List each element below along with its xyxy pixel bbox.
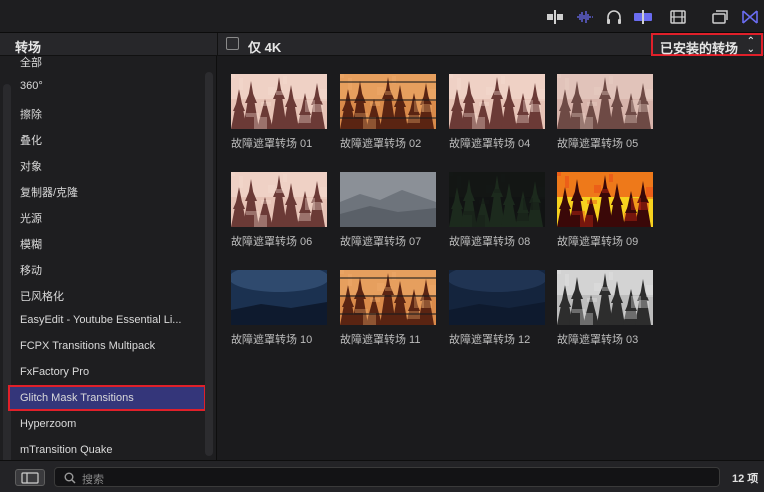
top-toolbar	[0, 0, 764, 33]
transitions-grid: 故障遮罩转场 01 故障遮罩转场 02 故障遮罩转场 04 故障遮罩转场 05 故障遮罩…	[218, 56, 764, 460]
bottom-bar: 搜索 12 项	[0, 460, 764, 492]
sidebar-title: 转场	[15, 40, 42, 55]
transition-tile[interactable]: 故障遮罩转场 12	[449, 270, 546, 368]
transition-thumbnail[interactable]	[557, 74, 653, 129]
sidebar-scrollbar[interactable]	[205, 72, 213, 456]
chevron-updown-icon: ⌃ ⌄	[746, 36, 755, 55]
transition-label: 故障遮罩转场 05	[557, 138, 639, 150]
sidebar-item[interactable]: 已风格化	[8, 281, 206, 307]
only-4k-checkbox[interactable]	[226, 37, 239, 50]
transition-label: 故障遮罩转场 10	[231, 334, 313, 346]
transition-thumbnail[interactable]	[340, 270, 436, 325]
transition-tile[interactable]: 故障遮罩转场 11	[340, 270, 437, 368]
transition-label: 故障遮罩转场 12	[449, 334, 531, 346]
transition-label: 故障遮罩转场 01	[231, 138, 313, 150]
transition-label: 故障遮罩转场 09	[557, 236, 639, 248]
transition-thumbnail[interactable]	[557, 172, 653, 227]
sidebar-item[interactable]: 全部	[8, 56, 206, 73]
installed-transitions-dropdown[interactable]: 已安装的转场 ⌃ ⌄	[651, 33, 763, 56]
transition-thumbnail[interactable]	[231, 172, 327, 227]
transition-tile[interactable]: 故障遮罩转场 04	[449, 74, 546, 172]
browser-header: 转场 仅 4K 已安装的转场 ⌃ ⌄	[0, 33, 764, 56]
transition-tile[interactable]: 故障遮罩转场 06	[231, 172, 328, 270]
sidebar-item[interactable]: FxFactory Pro	[8, 359, 206, 385]
header-divider	[217, 33, 218, 56]
sidebar-item[interactable]: Glitch Mask Transitions	[8, 385, 206, 411]
search-placeholder: 搜索	[82, 474, 104, 486]
sidebar-item[interactable]: Hyperzoom	[8, 411, 206, 437]
only-4k-label[interactable]: 仅 4K	[248, 37, 281, 56]
sidebar-item[interactable]: 复制器/克隆	[8, 177, 206, 203]
transition-tile[interactable]: 故障遮罩转场 01	[231, 74, 328, 172]
sidebar-item[interactable]: 模糊	[8, 229, 206, 255]
sidebar-item[interactable]: FCPX Transitions Multipack	[8, 333, 206, 359]
search-icon	[64, 471, 76, 489]
transition-thumbnail[interactable]	[449, 172, 545, 227]
transition-thumbnail[interactable]	[231, 74, 327, 129]
transition-label: 故障遮罩转场 08	[449, 236, 531, 248]
item-count: 12 项	[732, 473, 759, 485]
transition-label: 故障遮罩转场 04	[449, 138, 531, 150]
toggle-sidebar-button[interactable]	[15, 469, 45, 486]
audio-waveform-icon[interactable]	[576, 9, 594, 25]
transition-thumbnail[interactable]	[231, 270, 327, 325]
transition-label: 故障遮罩转场 02	[340, 138, 422, 150]
sidebar-item[interactable]: 360°	[8, 73, 206, 99]
transition-tile[interactable]: 故障遮罩转场 02	[340, 74, 437, 172]
sidebar-item[interactable]: 擦除	[8, 99, 206, 125]
sidebar-item[interactable]: 移动	[8, 255, 206, 281]
transition-thumbnail[interactable]	[449, 74, 545, 129]
transition-tile[interactable]: 故障遮罩转场 09	[557, 172, 654, 270]
category-sidebar: 全部 360° 擦除 叠化 对象 复制器/克隆 光源 模糊 移动 已风格化 EasyEdit - Y…	[0, 56, 217, 460]
sidebar-item[interactable]: mTransition Quake	[8, 437, 206, 460]
window-layout-icon[interactable]	[711, 9, 729, 25]
sidebar-item[interactable]: EasyEdit - Youtube Essential Li...	[8, 307, 206, 333]
sidebar-item[interactable]: 对象	[8, 151, 206, 177]
transition-label: 故障遮罩转场 03	[557, 334, 639, 346]
sidebar-item[interactable]: 叠化	[8, 125, 206, 151]
filmstrip-icon[interactable]	[669, 9, 687, 25]
transition-label: 故障遮罩转场 06	[231, 236, 313, 248]
transition-tile[interactable]: 故障遮罩转场 08	[449, 172, 546, 270]
transition-label: 故障遮罩转场 07	[340, 236, 422, 248]
transition-thumbnail[interactable]	[557, 270, 653, 325]
transition-label: 故障遮罩转场 11	[340, 334, 421, 346]
sidebar-item[interactable]: 光源	[8, 203, 206, 229]
transition-tile[interactable]: 故障遮罩转场 07	[340, 172, 437, 270]
search-field[interactable]: 搜索	[54, 467, 720, 487]
transitions-browser-icon[interactable]	[741, 9, 759, 25]
transition-tile[interactable]: 故障遮罩转场 10	[231, 270, 328, 368]
transition-thumbnail[interactable]	[340, 74, 436, 129]
audio-split-icon[interactable]	[546, 9, 564, 25]
transition-thumbnail[interactable]	[340, 172, 436, 227]
transition-tile[interactable]: 故障遮罩转场 05	[557, 74, 654, 172]
transition-thumbnail[interactable]	[449, 270, 545, 325]
clip-skimming-icon[interactable]	[633, 9, 652, 25]
transition-tile[interactable]: 故障遮罩转场 03	[557, 270, 654, 368]
installed-dropdown-label: 已安装的转场	[660, 41, 739, 56]
headphones-icon[interactable]	[605, 9, 623, 25]
